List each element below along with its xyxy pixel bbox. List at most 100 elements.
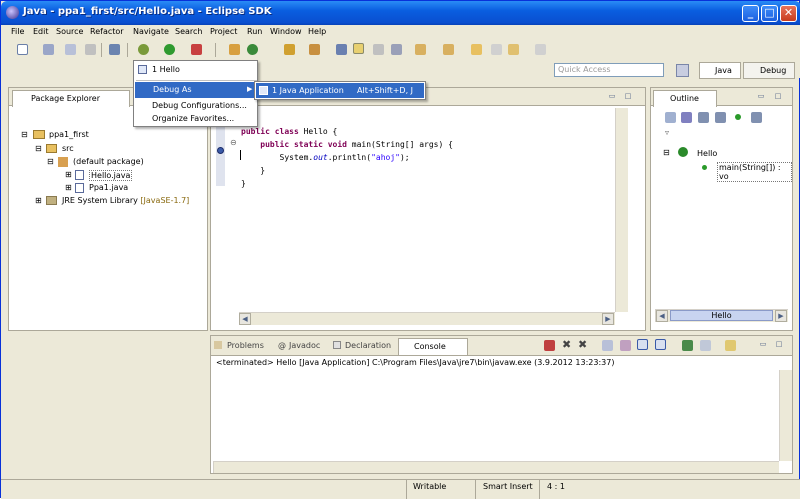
minimize-icon[interactable]: ▭ — [757, 339, 769, 351]
fold-icon[interactable]: ⊖ — [230, 138, 237, 147]
scroll-left-icon[interactable]: ◀ — [656, 310, 668, 322]
toggle-highlight-icon[interactable] — [336, 44, 347, 55]
minimize-button[interactable]: _ — [742, 5, 759, 22]
tree-expander[interactable]: ⊞ — [65, 183, 72, 192]
pin-console-icon[interactable] — [682, 340, 693, 351]
save-icon[interactable] — [43, 44, 54, 55]
remove-all-icon[interactable]: ✖ — [578, 338, 587, 351]
menu-item-1-hello[interactable]: 1 Hello — [134, 62, 257, 78]
editor-vscrollbar[interactable] — [615, 108, 628, 312]
scroll-lock-icon[interactable] — [620, 340, 631, 351]
menu-window[interactable]: Window — [270, 27, 302, 36]
scroll-right-icon[interactable]: ▶ — [602, 313, 614, 325]
tree-expander[interactable]: ⊟ — [21, 130, 28, 139]
outline-method-main[interactable]: main(String[]) : vo — [717, 162, 792, 182]
menu-edit[interactable]: Edit — [33, 27, 49, 36]
tree-expander[interactable]: ⊞ — [65, 170, 72, 179]
external-tools-icon[interactable] — [191, 44, 202, 55]
tab-package-explorer[interactable]: Package Explorer — [12, 90, 130, 107]
forward-icon[interactable] — [535, 44, 546, 55]
show-stdout-icon[interactable] — [637, 339, 648, 350]
hide-fields-icon[interactable] — [698, 112, 709, 123]
tree-expander[interactable]: ⊟ — [47, 157, 54, 166]
menu-refactor[interactable]: Refactor — [90, 27, 124, 36]
console-output: <terminated> Hello [Java Application] C:… — [216, 358, 615, 367]
open-type-icon[interactable] — [284, 44, 295, 55]
new-package-icon[interactable] — [229, 44, 240, 55]
save-all-icon[interactable] — [65, 44, 76, 55]
outline-class-hello[interactable]: Hello — [697, 149, 717, 158]
tree-item-hello-java[interactable]: Hello.java — [89, 170, 133, 181]
show-whitespace-icon[interactable] — [391, 44, 402, 55]
tree-expander[interactable]: ⊟ — [663, 148, 670, 157]
maximize-icon[interactable]: □ — [772, 91, 784, 103]
tree-expander[interactable]: ⊟ — [35, 144, 42, 153]
scroll-right-icon[interactable]: ▶ — [775, 310, 787, 322]
tree-item-jre[interactable]: JRE System Library [JavaSE-1.7] — [62, 196, 189, 205]
menu-item-debug-as[interactable]: Debug As — [135, 82, 258, 98]
open-perspective-icon[interactable] — [676, 64, 689, 77]
editor-hscrollbar[interactable] — [239, 312, 615, 325]
console-hscrollbar[interactable] — [213, 461, 779, 473]
perspective-java[interactable]: Java — [699, 62, 741, 79]
forward-back-icon[interactable] — [508, 44, 519, 55]
open-task-icon[interactable] — [309, 44, 320, 55]
view-menu-icon[interactable]: ▿ — [665, 128, 669, 137]
menu-item-organize-favorites[interactable]: Organize Favorites... — [134, 111, 257, 127]
hide-static-icon[interactable] — [715, 112, 726, 123]
mark-occurrences-icon[interactable] — [353, 43, 364, 54]
menu-search[interactable]: Search — [175, 27, 202, 36]
menu-item-java-application[interactable]: 1 Java Application Alt+Shift+D, J — [256, 83, 424, 98]
print-icon[interactable] — [85, 44, 96, 55]
minimize-icon[interactable]: ▭ — [755, 91, 767, 103]
block-selection-icon[interactable] — [373, 44, 384, 55]
scroll-left-icon[interactable]: ◀ — [239, 313, 251, 325]
debug-icon[interactable] — [138, 44, 149, 55]
menu-file[interactable]: File — [11, 27, 24, 36]
hide-nonpublic-icon[interactable] — [735, 114, 741, 120]
new-icon[interactable] — [17, 44, 28, 55]
scroll-thumb[interactable]: Hello — [670, 310, 773, 321]
show-stderr-icon[interactable] — [655, 339, 666, 350]
menu-run[interactable]: Run — [247, 27, 262, 36]
menu-navigate[interactable]: Navigate — [133, 27, 169, 36]
tab-javadoc[interactable]: Javadoc — [289, 341, 320, 350]
tree-item-default-package[interactable]: (default package) — [73, 157, 144, 166]
tab-outline[interactable]: Outline — [653, 90, 717, 107]
maximize-button[interactable]: □ — [761, 5, 778, 22]
clear-console-icon[interactable] — [602, 340, 613, 351]
tree-item-src[interactable]: src — [62, 144, 74, 153]
menu-source[interactable]: Source — [56, 27, 83, 36]
menu-help[interactable]: Help — [308, 27, 326, 36]
tab-declaration[interactable]: Declaration — [345, 341, 391, 350]
perspective-debug[interactable]: Debug — [743, 62, 795, 79]
code-area[interactable]: public class Hello { public static void … — [241, 125, 453, 190]
display-console-icon[interactable] — [700, 340, 711, 351]
tree-expander[interactable]: ⊞ — [35, 196, 42, 205]
terminate-icon[interactable] — [544, 340, 555, 351]
maximize-icon[interactable]: □ — [622, 91, 634, 103]
breakpoint-icon[interactable] — [217, 147, 224, 154]
tab-console[interactable]: Console — [398, 338, 468, 355]
open-console-icon[interactable] — [725, 340, 736, 351]
close-button[interactable]: ✕ — [780, 5, 797, 22]
minimize-icon[interactable]: ▭ — [606, 91, 618, 103]
console-vscrollbar[interactable] — [779, 370, 792, 461]
tab-problems[interactable]: Problems — [227, 341, 264, 350]
prev-annotation-icon[interactable] — [443, 44, 454, 55]
new-class-icon[interactable] — [247, 44, 258, 55]
tree-item-ppa1-java[interactable]: Ppa1.java — [89, 183, 128, 192]
next-annotation-icon[interactable] — [415, 44, 426, 55]
last-edit-icon[interactable] — [471, 44, 482, 55]
tree-item-project[interactable]: ppa1_first — [49, 130, 89, 139]
menu-project[interactable]: Project — [210, 27, 237, 36]
quick-access-input[interactable]: Quick Access — [554, 63, 664, 77]
back-icon[interactable] — [491, 44, 502, 55]
skip-breakpoints-icon[interactable] — [109, 44, 120, 55]
hide-local-types-icon[interactable] — [751, 112, 762, 123]
remove-launch-icon[interactable]: ✖ — [562, 338, 571, 351]
collapse-all-icon[interactable] — [665, 112, 676, 123]
maximize-icon[interactable]: □ — [773, 339, 785, 351]
run-icon[interactable] — [164, 44, 175, 55]
sort-icon[interactable] — [681, 112, 692, 123]
